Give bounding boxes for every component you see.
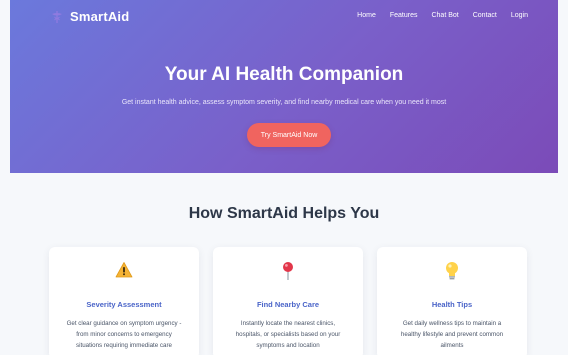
caduceus-icon	[52, 10, 62, 23]
feature-card-health-tips[interactable]: Health Tips Get daily wellness tips to m…	[377, 247, 527, 355]
try-smartaid-button[interactable]: Try SmartAid Now	[247, 123, 331, 147]
brand-logo[interactable]: SmartAid	[50, 9, 129, 24]
lightbulb-icon	[446, 262, 458, 280]
card-title: Find Nearby Care	[256, 300, 320, 309]
nav-home[interactable]: Home	[357, 12, 376, 19]
nav-features[interactable]: Features	[390, 12, 418, 19]
hero-section: SmartAid Home Features Chat Bot Contact …	[10, 0, 558, 173]
nav-login[interactable]: Login	[511, 12, 528, 19]
card-description: Instantly locate the nearest clinics, ho…	[235, 320, 341, 349]
hero-subtitle: Get instant health advice, assess sympto…	[121, 99, 447, 106]
warning-icon	[115, 262, 133, 278]
card-title: Severity Assessment	[86, 300, 162, 309]
brand-name: SmartAid	[70, 9, 130, 24]
feature-card-severity[interactable]: Severity Assessment Get clear guidance o…	[49, 247, 199, 355]
top-navbar: SmartAid Home Features Chat Bot Contact …	[10, 0, 558, 34]
nav-links: Home Features Chat Bot Contact Login	[343, 12, 528, 19]
nav-chat-bot[interactable]: Chat Bot	[431, 12, 458, 19]
map-pin-icon	[283, 262, 293, 280]
card-description: Get clear guidance on symptom urgency - …	[66, 320, 182, 349]
hero-title: Your AI Health Companion	[164, 64, 404, 85]
nav-contact[interactable]: Contact	[473, 12, 497, 19]
feature-card-nearby-care[interactable]: Find Nearby Care Instantly locate the ne…	[213, 247, 363, 355]
card-title: Health Tips	[431, 300, 473, 309]
card-description: Get daily wellness tips to maintain a he…	[400, 320, 504, 349]
section-title: How SmartAid Helps You	[188, 205, 380, 222]
